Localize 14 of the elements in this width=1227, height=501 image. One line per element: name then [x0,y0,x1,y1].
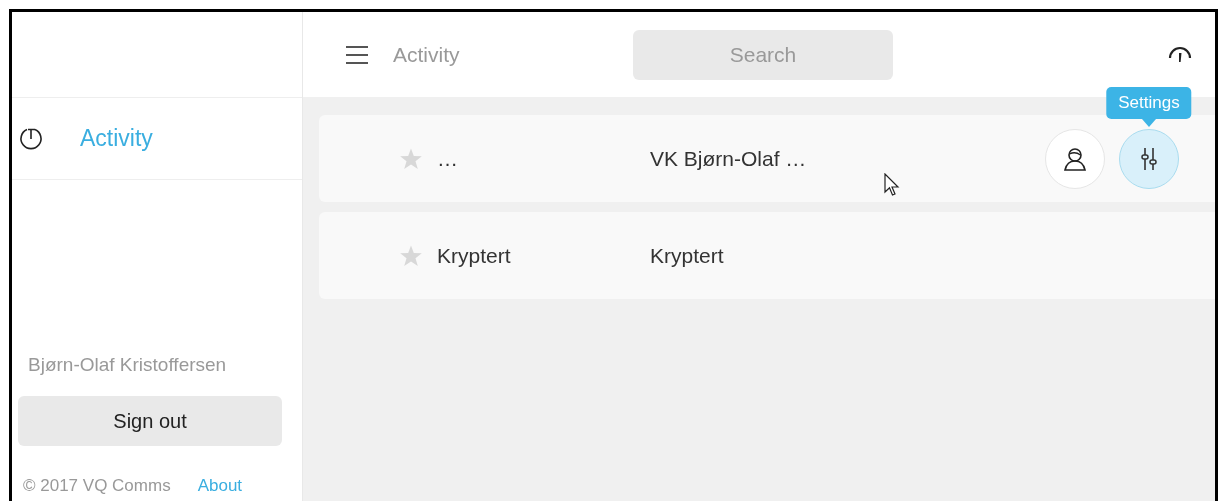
tooltip: Settings [1106,86,1192,119]
search-field[interactable]: Search [633,29,893,80]
activity-row[interactable]: Kryptert Kryptert [319,212,1215,299]
tooltip-pointer [1142,118,1156,127]
row-name: … [437,146,459,171]
page-title: Activity [393,42,461,67]
row-name: Kryptert [437,243,512,268]
menu-icon[interactable] [345,44,369,65]
row-subject: VK Bjørn-Olaf … [650,146,807,171]
row-subject: Kryptert [650,243,724,268]
user-name: Bjørn-Olaf Kristoffersen [27,354,228,376]
copyright-text: © 2017 VQ Comms [23,476,171,496]
cursor-icon [884,173,900,197]
sign-out-button[interactable]: Sign out [18,396,282,446]
